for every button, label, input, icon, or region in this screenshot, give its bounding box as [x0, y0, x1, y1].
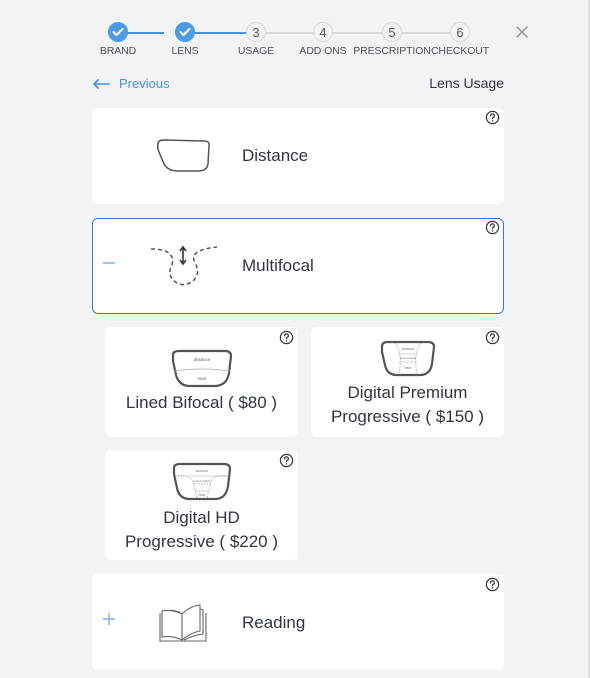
help-icon[interactable]: [485, 330, 500, 345]
sub-option-digital-hd-progressive[interactable]: distance intermediate near Digital HD Pr…: [105, 450, 298, 560]
help-icon[interactable]: [279, 330, 294, 345]
step-number: 3: [246, 22, 266, 42]
step-label: BRAND: [99, 45, 137, 57]
diagram-label-intermediate: intermediate: [193, 479, 210, 483]
option-title: Reading: [242, 613, 306, 632]
close-icon: [516, 26, 528, 38]
previous-button[interactable]: Previous: [92, 76, 170, 91]
step-label: CHECKOUT: [430, 45, 490, 57]
option-distance[interactable]: Distance: [92, 108, 504, 204]
diagram-label-near: near: [197, 376, 207, 381]
progress-stepper: BRAND LENS 3 USAGE 4 ADD ONS 5 PRESCRIPT…: [96, 22, 496, 62]
step-checkout[interactable]: 6 CHECKOUT: [420, 22, 500, 57]
close-button[interactable]: [513, 23, 531, 41]
step-number: 6: [450, 22, 470, 42]
help-icon[interactable]: [485, 577, 500, 592]
multifocal-icon: [150, 245, 218, 286]
arrow-left-icon: [93, 78, 110, 89]
sub-option-lined-bifocal[interactable]: distance near Lined Bifocal ( $80 ): [105, 327, 298, 437]
diagram-label-distance: distance: [401, 347, 414, 351]
diagram-label-distance: distance: [193, 357, 210, 362]
diagram-label-intermediate: intermediate: [399, 356, 416, 360]
diagram-label-near: near: [404, 366, 412, 370]
step-number: 4: [313, 22, 333, 42]
expand-plus-icon[interactable]: [102, 612, 116, 626]
sub-option-title-line2: Progressive ( $220 ): [124, 532, 279, 551]
step-label: ADD ONS: [299, 45, 347, 57]
check-icon: [175, 22, 195, 42]
page-title: Lens Usage: [429, 75, 504, 91]
option-title: Distance: [242, 146, 309, 165]
hd-progressive-diagram-icon: distance intermediate near: [172, 462, 231, 501]
help-icon[interactable]: [485, 220, 500, 235]
sub-option-title: Lined Bifocal ( $80 ): [125, 393, 278, 412]
premium-progressive-diagram-icon: distance intermediate near: [380, 340, 435, 377]
sub-option-title-line1: Digital Premium: [347, 383, 468, 402]
step-lens[interactable]: LENS: [145, 22, 225, 57]
help-icon[interactable]: [485, 110, 500, 125]
step-number: 5: [382, 22, 402, 42]
option-multifocal[interactable]: Multifocal: [92, 218, 504, 314]
collapse-minus-icon[interactable]: [102, 261, 116, 265]
open-book-icon: [159, 604, 207, 642]
check-icon: [108, 22, 128, 42]
option-title: Multifocal: [242, 256, 314, 275]
sub-option-title-line1: Digital HD: [163, 508, 240, 527]
sub-option-title-line2: Progressive ( $150 ): [330, 407, 485, 426]
previous-label: Previous: [119, 76, 170, 91]
option-reading[interactable]: Reading: [92, 574, 504, 670]
help-icon[interactable]: [279, 453, 294, 468]
step-label: LENS: [171, 45, 199, 57]
glasses-lens-icon: [156, 139, 210, 172]
diagram-label-near: near: [198, 493, 206, 497]
step-add-ons[interactable]: 4 ADD ONS: [283, 22, 363, 57]
sub-option-digital-premium-progressive[interactable]: distance intermediate near Digital Premi…: [311, 327, 504, 437]
diagram-label-distance: distance: [195, 469, 208, 473]
step-label: USAGE: [237, 45, 275, 57]
bifocal-lens-diagram-icon: distance near: [171, 349, 232, 388]
